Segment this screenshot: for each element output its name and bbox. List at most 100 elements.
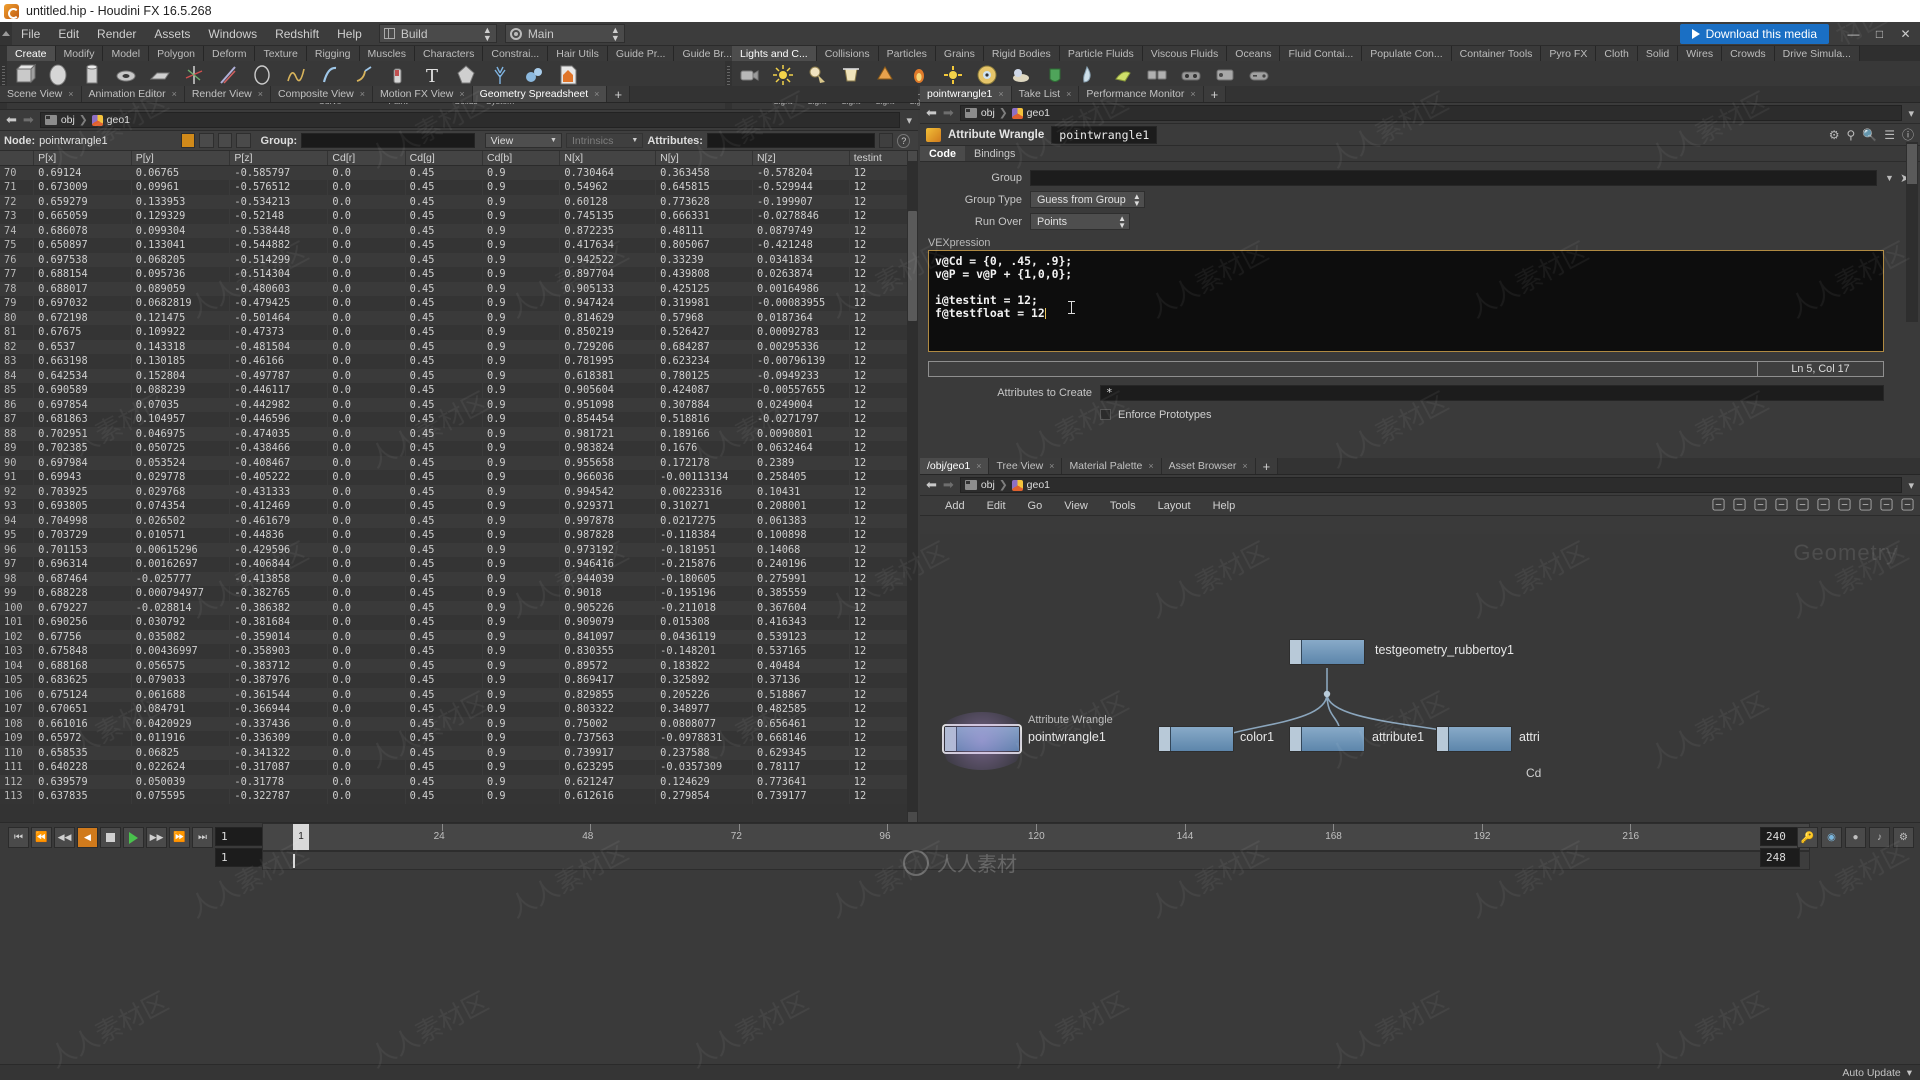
attributes-to-create-input[interactable]: * (1100, 384, 1884, 401)
shelf-right-tab-solid[interactable]: Solid (1637, 46, 1679, 61)
jump-to-start-button[interactable]: ⏮ (8, 827, 29, 848)
timeline-keyframe-track[interactable] (262, 851, 1810, 870)
node-display-flag-5[interactable] (1437, 727, 1449, 751)
close-icon[interactable]: × (459, 89, 464, 99)
table-row[interactable]: 86 0.697854 0.07035 -0.442982 0.0 0.45 0.9 0.95… (0, 397, 918, 412)
play-button[interactable] (123, 827, 144, 848)
group-input[interactable] (301, 133, 475, 148)
wrench-icon[interactable] (1712, 497, 1725, 514)
shelf-right-tab-oceans[interactable]: Oceans (1227, 46, 1281, 61)
breadcrumb[interactable]: obj ❯ geo1 (39, 112, 901, 128)
parameter-tab-take-list[interactable]: Take List × (1011, 86, 1080, 102)
stop-button[interactable] (100, 827, 121, 848)
group-menu-icon[interactable]: ▼ (1885, 173, 1894, 183)
left-panel-tab-scene-view[interactable]: Scene View × (0, 86, 82, 102)
scroll-up-arrow-icon[interactable] (908, 151, 917, 161)
table-row[interactable]: 103 0.675848 0.00436997 -0.358903 0.0 0.45 0.9… (0, 644, 918, 659)
close-icon[interactable]: × (594, 89, 599, 99)
close-icon[interactable]: × (1190, 89, 1195, 99)
jump-to-end-button[interactable]: ⏭ (192, 827, 213, 848)
table-row[interactable]: 83 0.663198 0.130185 -0.46166 0.0 0.45 0.9 0.78… (0, 354, 918, 369)
primitives-mode-button[interactable] (217, 133, 233, 148)
layout-icon[interactable] (1796, 497, 1809, 514)
gear-icon[interactable]: ⚙ (1829, 128, 1840, 142)
vertices-mode-button[interactable] (199, 133, 214, 148)
table-row[interactable]: 78 0.688017 0.089059 -0.480603 0.0 0.45 0.9 0.9… (0, 281, 918, 296)
forward-arrow-icon[interactable]: ➡ (23, 112, 34, 128)
list-icon[interactable] (1754, 497, 1767, 514)
menubar-grip[interactable] (0, 22, 12, 45)
table-row[interactable]: 84 0.642534 0.152804 -0.497787 0.0 0.45 0.9 0.6… (0, 368, 918, 383)
close-icon[interactable]: × (976, 461, 981, 471)
run-over-combobox[interactable]: Points ▲ ▼ (1030, 213, 1130, 230)
table-row[interactable]: 72 0.659279 0.133953 -0.534213 0.0 0.45 0.9 0.6… (0, 194, 918, 209)
parameter-add-tab-button[interactable]: + (1203, 86, 1227, 102)
attributes-picker-icon[interactable] (879, 133, 894, 148)
shelf-right-tab-grains[interactable]: Grains (935, 46, 984, 61)
key-icon[interactable]: 🔑 (1797, 827, 1818, 848)
column-header-n-x[interactable]: N[x] (559, 151, 657, 166)
menu-file[interactable]: File (12, 24, 49, 44)
shelf-right-tab-particle-fluids[interactable]: Particle Fluids (1059, 46, 1143, 61)
left-panel-add-tab-button[interactable]: + (607, 86, 631, 102)
parameter-vertical-scrollbar[interactable] (1906, 142, 1918, 322)
audio-icon[interactable]: ♪ (1869, 827, 1890, 848)
range-start-field[interactable]: 1 (215, 827, 267, 846)
back-arrow-icon[interactable]: ⬅ (6, 112, 17, 128)
close-icon[interactable]: × (998, 89, 1003, 99)
table-row[interactable]: 77 0.688154 0.095736 -0.514304 0.0 0.45 0.9 0.8… (0, 267, 918, 282)
list-icon[interactable]: ☰ (1884, 128, 1895, 142)
bookmark-icon[interactable] (1817, 497, 1830, 514)
column-header-p-z[interactable]: P[z] (229, 151, 329, 166)
enforce-prototypes-checkbox[interactable] (1100, 409, 1111, 420)
network-menu-tools[interactable]: Tools (1099, 498, 1147, 514)
column-header-index[interactable] (0, 151, 35, 166)
record-icon[interactable]: ● (1845, 827, 1866, 848)
parameter-subtab-code[interactable]: Code (920, 146, 965, 161)
menu-help[interactable]: Help (328, 24, 371, 44)
table-row[interactable]: 105 0.683625 0.079033 -0.387976 0.0 0.45 0.9 0.… (0, 673, 918, 688)
range-start-field-2[interactable]: 1 (215, 848, 267, 867)
palette-icon[interactable] (1838, 497, 1851, 514)
net-breadcrumb-geo1[interactable]: geo1 (1027, 479, 1050, 491)
minimize-button[interactable]: — (1841, 22, 1866, 45)
vexpression-editor[interactable]: v@Cd = {0, .45, .9}; v@P = v@P + {1,0,0}… (928, 250, 1884, 352)
table-row[interactable]: 87 0.681863 0.104957 -0.446596 0.0 0.45 0.9 0.8… (0, 412, 918, 427)
close-icon[interactable]: × (1049, 461, 1054, 471)
node-display-flag[interactable] (1290, 640, 1302, 664)
table-row[interactable]: 112 0.639579 0.050039 -0.31778 0.0 0.45 0.9 0.6… (0, 774, 918, 789)
table-row[interactable]: 93 0.693805 0.074354 -0.412469 0.0 0.45 0.9 0.9… (0, 499, 918, 514)
left-panel-tab-motion-fx-view[interactable]: Motion FX View × (373, 86, 473, 102)
playbar-settings-icon[interactable]: ⚙ (1893, 827, 1914, 848)
table-row[interactable]: 108 0.661016 0.0420929 -0.337436 0.0 0.45 0.9 0… (0, 716, 918, 731)
pathbar-menu-icon[interactable]: ▾ (906, 114, 912, 127)
shelf-right-tab-crowds[interactable]: Crowds (1722, 46, 1775, 61)
spreadsheet-table-region[interactable]: P[x] P[y] P[z] Cd[r] Cd[g] Cd[b] N[x] N[y] N[z] t… (0, 151, 918, 822)
network-menu-view[interactable]: View (1053, 498, 1099, 514)
shelf-left-tab-hair-utils[interactable]: Hair Utils (548, 46, 608, 61)
network-canvas[interactable]: Geometry testgeometry_rubbertoy1 Attribu… (920, 534, 1920, 822)
close-icon[interactable]: × (258, 89, 263, 99)
param-back-arrow-icon[interactable]: ⬅ (926, 105, 937, 121)
shelf-right-tab-collisions[interactable]: Collisions (816, 46, 879, 61)
net-pathbar-menu-icon[interactable]: ▾ (1908, 479, 1914, 492)
close-button[interactable]: ✕ (1893, 22, 1918, 45)
table-row[interactable]: 75 0.650897 0.133041 -0.544882 0.0 0.45 0.9 0.4… (0, 238, 918, 253)
table-row[interactable]: 70 0.69124 0.06765 -0.585797 0.0 0.45 0.9 0.730… (0, 165, 918, 180)
table-row[interactable]: 109 0.65972 0.011916 -0.336309 0.0 0.45 0.9 0.7… (0, 731, 918, 746)
colors-icon[interactable] (1859, 497, 1872, 514)
points-mode-button[interactable] (181, 133, 196, 148)
step-back-button[interactable]: ◀◀ (54, 827, 75, 848)
table-row[interactable]: 74 0.686078 0.099304 -0.538448 0.0 0.45 0.9 0.8… (0, 223, 918, 238)
playhead[interactable] (293, 854, 295, 868)
close-icon[interactable]: × (172, 89, 177, 99)
table-row[interactable]: 76 0.697538 0.068205 -0.514299 0.0 0.45 0.9 0.9… (0, 252, 918, 267)
net-back-arrow-icon[interactable]: ⬅ (926, 477, 937, 493)
column-header-n-y[interactable]: N[y] (655, 151, 753, 166)
menu-redshift[interactable]: Redshift (266, 24, 328, 44)
shelf-right-tab-viscous-fluids[interactable]: Viscous Fluids (1142, 46, 1228, 61)
param-breadcrumb-obj[interactable]: obj (981, 107, 995, 119)
shelf-left-tab-texture[interactable]: Texture (255, 46, 307, 61)
shelf-right-tab-particles[interactable]: Particles (878, 46, 936, 61)
shelf-left-tab-constrai[interactable]: Constrai... (483, 46, 549, 61)
